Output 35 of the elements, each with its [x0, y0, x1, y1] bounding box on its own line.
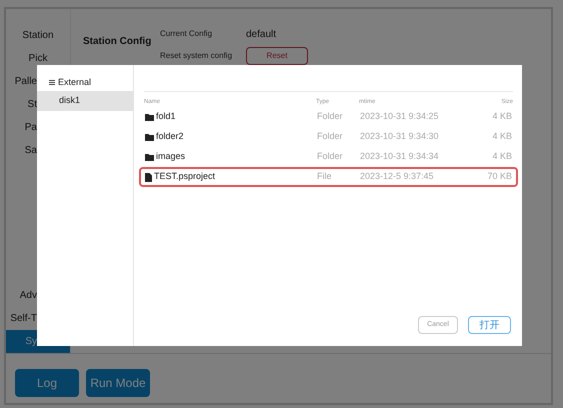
setting-label: Current Config — [160, 28, 214, 40]
file-size: 70 KB — [487, 170, 512, 184]
file-row[interactable]: TEST.psproject File 2023-12-5 9:37:45 70 KB — [139, 167, 518, 187]
tree-root[interactable]: External — [58, 76, 92, 90]
file-mtime: 2023-10-31 9:34:25 — [360, 110, 440, 124]
footer-button[interactable]: Log — [15, 369, 79, 397]
file-row[interactable]: images Folder 2023-10-31 9:34:34 4 KB — [139, 147, 518, 167]
open-button[interactable]: 打开 — [468, 316, 511, 334]
list-icon — [49, 80, 55, 86]
sidebar-item[interactable]: Station — [6, 24, 70, 47]
folder-icon — [145, 134, 154, 140]
file-type: Folder — [317, 150, 344, 164]
folder-icon — [145, 154, 154, 160]
section-title: Station Config — [83, 36, 152, 47]
file-name: images — [156, 150, 186, 164]
file-row[interactable]: folder2 Folder 2023-10-31 9:34:30 4 KB — [139, 127, 518, 147]
file-size: 4 KB — [492, 130, 512, 144]
file-type: Folder — [317, 110, 344, 124]
file-size: 4 KB — [492, 150, 512, 164]
file-mtime: 2023-10-31 9:34:30 — [360, 130, 440, 144]
folder-icon — [145, 114, 154, 120]
file-size: 4 KB — [492, 110, 512, 124]
file-icon — [145, 172, 152, 182]
file-mtime: 2023-10-31 9:34:34 — [360, 150, 440, 164]
setting-value: default — [246, 28, 276, 42]
footer-button[interactable]: Run Mode — [86, 369, 150, 397]
file-type: Folder — [317, 130, 344, 144]
file-name: fold1 — [156, 110, 176, 124]
file-type: File — [317, 170, 333, 184]
file-name: folder2 — [156, 130, 184, 144]
tree-item[interactable]: disk1 — [37, 91, 133, 111]
file-row[interactable]: fold1 Folder 2023-10-31 9:34:25 4 KB — [139, 107, 518, 127]
file-mtime: 2023-12-5 9:37:45 — [360, 170, 435, 184]
setting-label: Reset system config — [160, 50, 234, 62]
file-name: TEST.psproject — [154, 170, 216, 184]
